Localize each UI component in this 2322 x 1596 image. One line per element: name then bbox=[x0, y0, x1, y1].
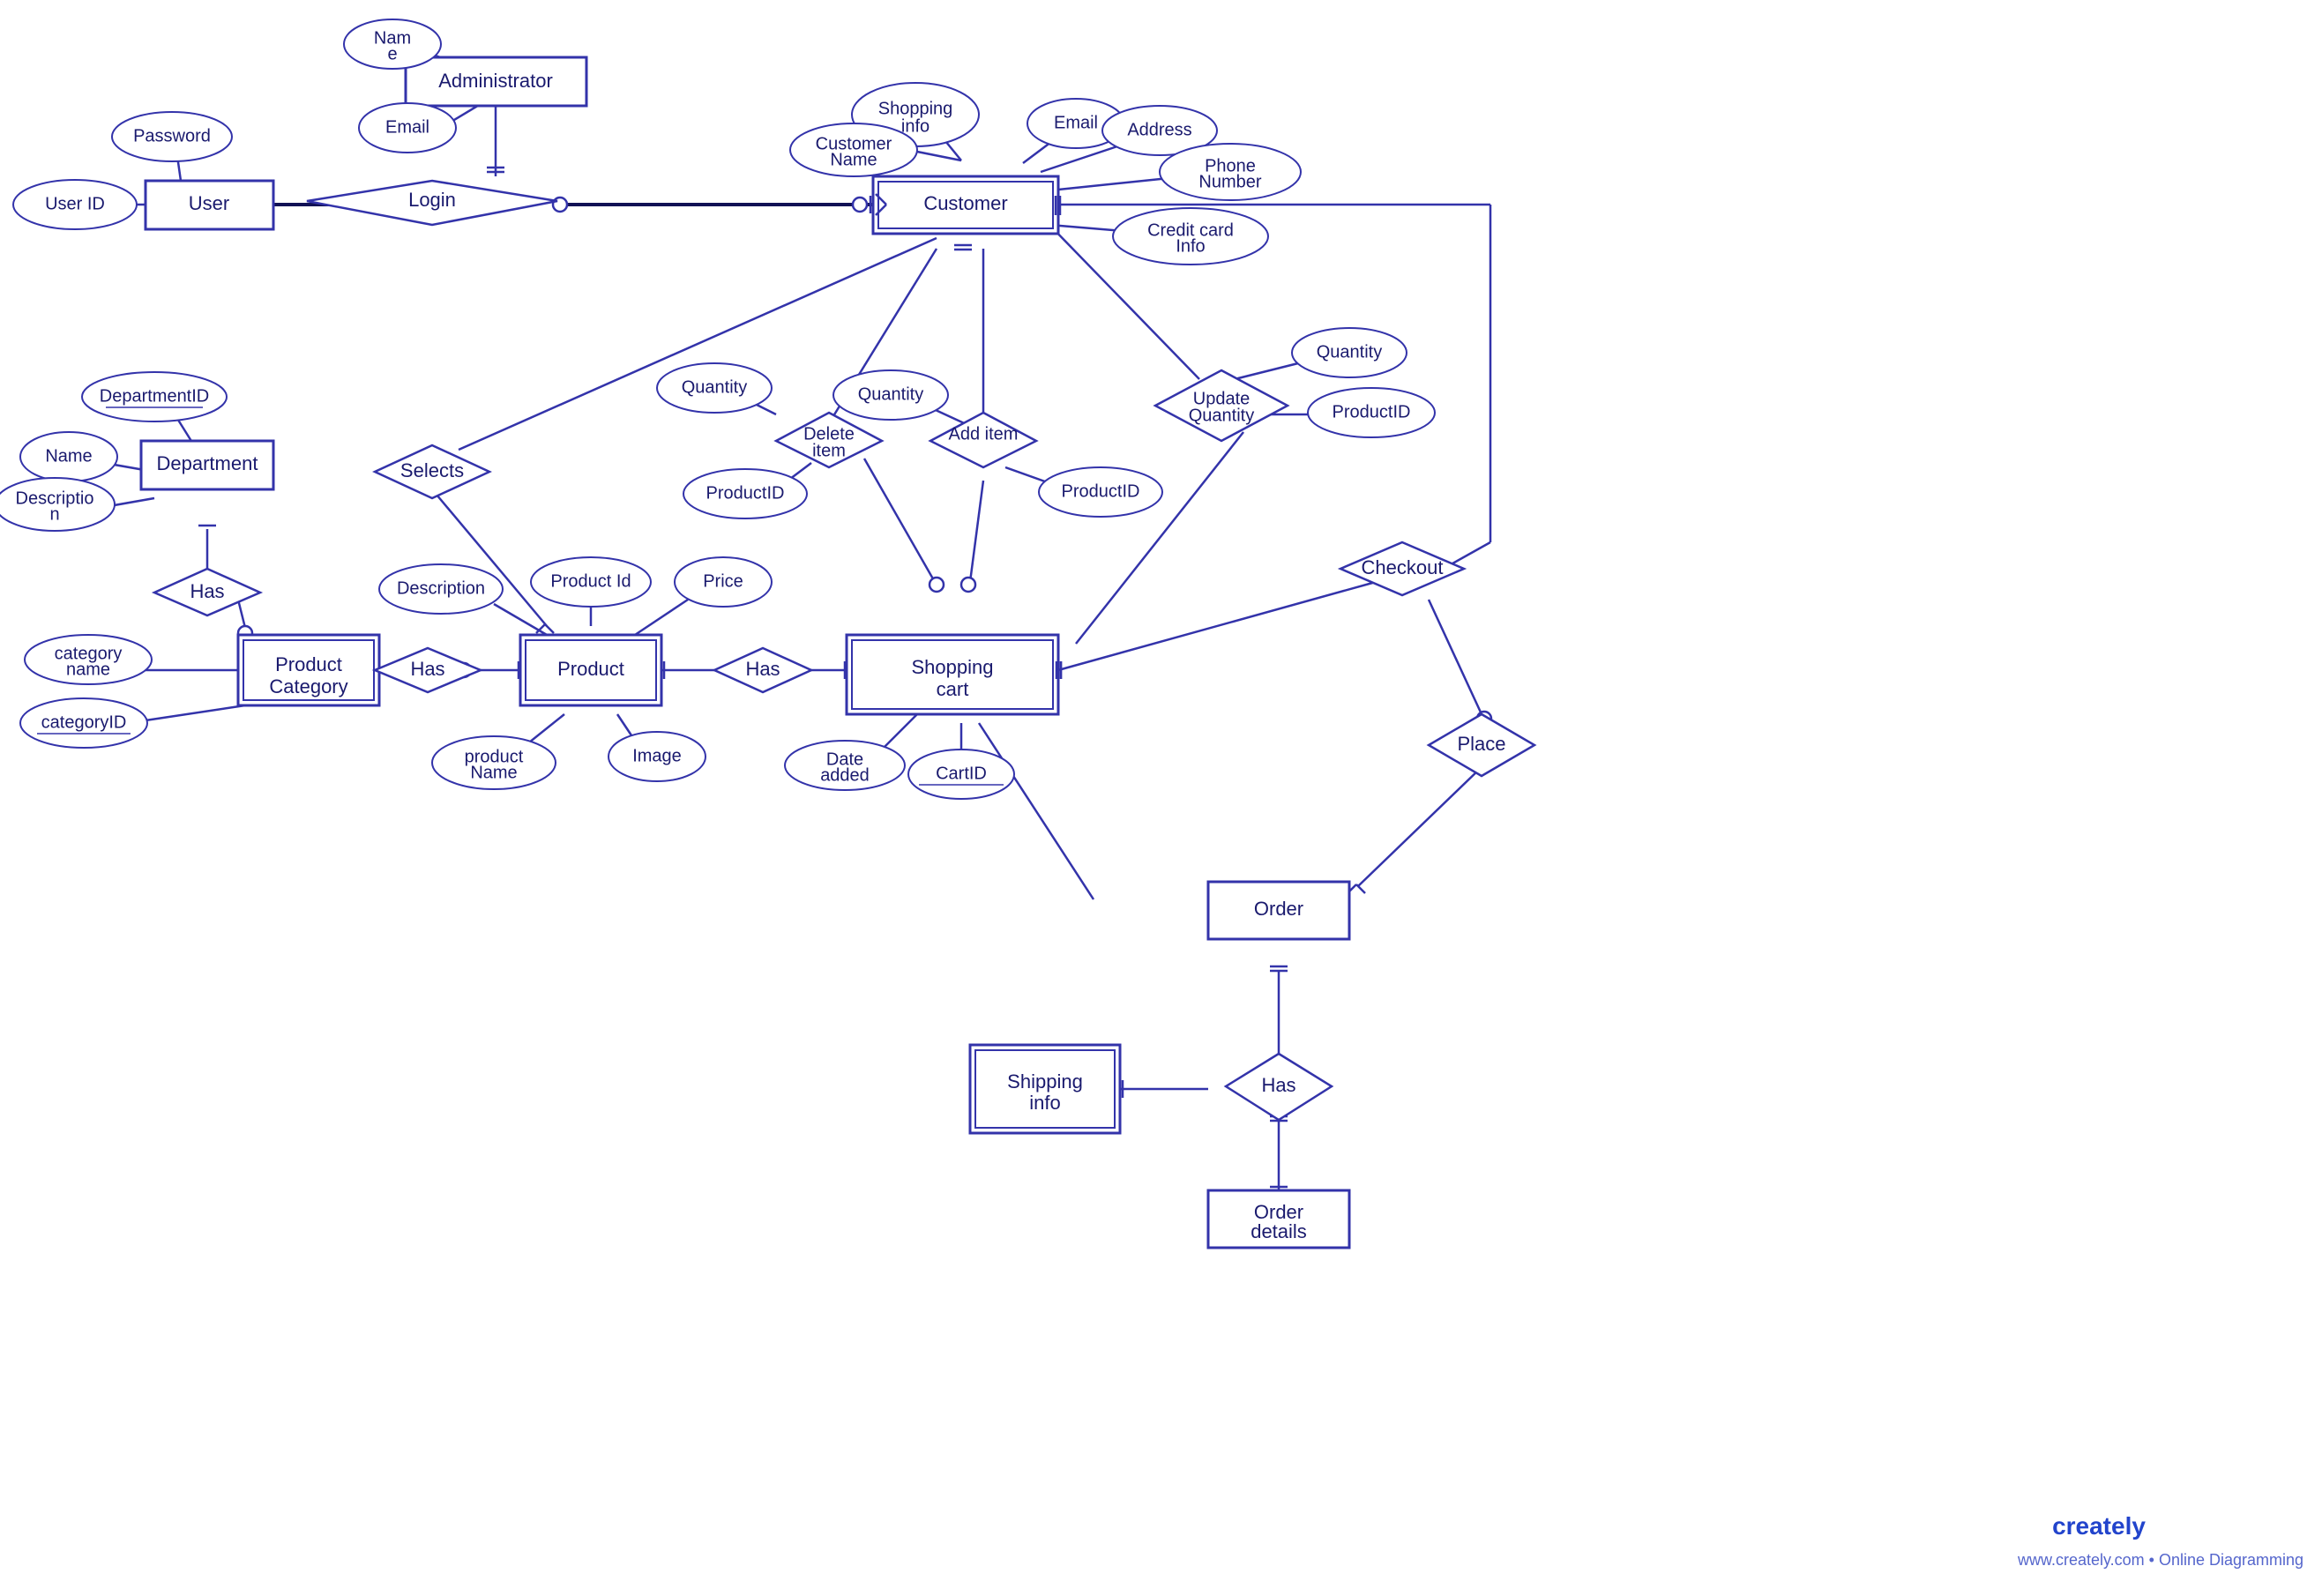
login-label: Login bbox=[408, 189, 456, 211]
shoppingcart-label1: Shopping bbox=[912, 656, 994, 678]
creately-logo: creately bbox=[2052, 1512, 2146, 1540]
shippinginfo-label1: Shipping bbox=[1007, 1070, 1083, 1093]
prodname-label2: Name bbox=[470, 763, 517, 782]
shippinginfo-label2: info bbox=[1029, 1092, 1060, 1114]
conn-price-product bbox=[635, 600, 688, 635]
er-diagram: Administrator User Login Customer Depart… bbox=[0, 0, 2322, 1596]
order-label: Order bbox=[1254, 898, 1303, 920]
productcategory-label1: Product bbox=[275, 653, 342, 675]
conn-additem-cart bbox=[970, 481, 983, 582]
deleteitem-qty-label: Quantity bbox=[682, 377, 747, 397]
has-product-cart-label: Has bbox=[745, 658, 780, 680]
conn-checkout-place bbox=[1429, 600, 1482, 714]
admin-name-label2: e bbox=[387, 44, 397, 63]
customer-label: Customer bbox=[923, 192, 1007, 214]
orderdetails-label2: details bbox=[1251, 1220, 1307, 1242]
conn-address-customer bbox=[1041, 145, 1120, 172]
catname-label2: name bbox=[66, 660, 110, 679]
additem-qty-label: Quantity bbox=[858, 384, 923, 404]
diagram-canvas: Administrator User Login Customer Depart… bbox=[0, 0, 2322, 1596]
cartid-label: CartID bbox=[936, 764, 987, 783]
additem-prodid-label: ProductID bbox=[1062, 481, 1140, 501]
conn-cart-checkout bbox=[1058, 582, 1376, 670]
watermark-text: www.creately.com • Online Diagramming bbox=[2017, 1551, 2303, 1569]
conn-updateqty-cart bbox=[1076, 432, 1243, 644]
price-label: Price bbox=[703, 571, 743, 591]
conn-place-order bbox=[1358, 767, 1482, 886]
shoppinginfo-label-1: Shopping bbox=[878, 99, 953, 118]
updateqty-label2: Quantity bbox=[1189, 406, 1254, 425]
has-prodcat-product-label: Has bbox=[410, 658, 444, 680]
dateadded-label2: added bbox=[820, 765, 870, 785]
password-label: Password bbox=[133, 126, 211, 145]
product-label: Product bbox=[557, 658, 624, 680]
place-label: Place bbox=[1457, 733, 1505, 755]
customer-email-label: Email bbox=[1054, 113, 1098, 132]
deleteitem-prodid-label: ProductID bbox=[706, 483, 785, 503]
admin-email-label: Email bbox=[385, 117, 429, 137]
administrator-label: Administrator bbox=[438, 70, 553, 92]
has-dept-prodcat-label: Has bbox=[190, 580, 224, 602]
productid-label: Product Id bbox=[550, 571, 631, 591]
shoppinginfo-label-2: info bbox=[901, 116, 930, 136]
conn-dateadded-cart bbox=[882, 714, 917, 750]
catid-label: categoryID bbox=[41, 712, 127, 732]
additem-label1: Add item bbox=[949, 424, 1019, 444]
conn-cart-has4-top bbox=[979, 723, 1094, 899]
conn-deleteitem-cart bbox=[864, 459, 935, 582]
deleteitem-label2: item bbox=[812, 441, 846, 460]
product-desc-label: Description bbox=[397, 578, 485, 598]
userid-label: User ID bbox=[45, 194, 105, 213]
checkout-label: Checkout bbox=[1362, 556, 1444, 578]
conn-qty-updateqty bbox=[1235, 362, 1305, 379]
creditcard-label2: Info bbox=[1176, 236, 1205, 256]
customername-label2: Name bbox=[830, 150, 877, 169]
has-order-label: Has bbox=[1261, 1074, 1295, 1096]
deptid-label: DepartmentID bbox=[100, 386, 210, 406]
shoppingcart-label2: cart bbox=[937, 678, 969, 700]
phone-label2: Number bbox=[1198, 172, 1261, 191]
productcategory-label2: Category bbox=[269, 675, 347, 697]
updateqty-qty-label: Quantity bbox=[1317, 342, 1382, 362]
selects-label: Selects bbox=[400, 459, 464, 481]
updateqty-prodid-label: ProductID bbox=[1333, 402, 1411, 421]
dept-desc-label2: n bbox=[49, 504, 59, 524]
user-label: User bbox=[189, 192, 229, 214]
image-label: Image bbox=[632, 746, 682, 765]
address-label: Address bbox=[1127, 120, 1191, 139]
department-label: Department bbox=[157, 452, 258, 474]
dept-name-label: Name bbox=[45, 446, 92, 466]
